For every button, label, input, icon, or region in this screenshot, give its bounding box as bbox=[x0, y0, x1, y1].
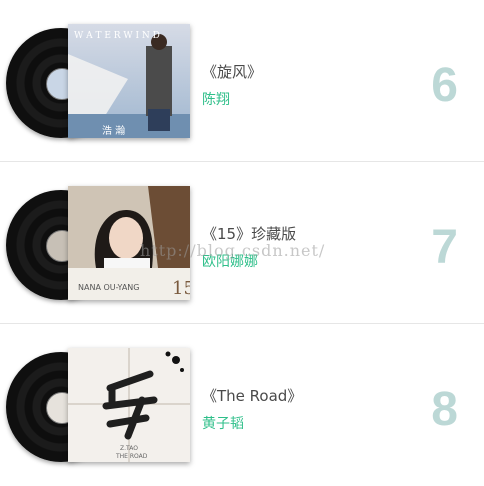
list-item[interactable]: Z.TAO THE ROAD 《The Road》 黄子韬 8 bbox=[0, 324, 484, 486]
cover-text: Z.TAO bbox=[120, 445, 138, 452]
cover-text: 浩 瀚 bbox=[102, 124, 125, 137]
album-cover: W A T E R W I N D 浩 瀚 bbox=[68, 24, 190, 138]
artist-name[interactable]: 黄子韬 bbox=[202, 413, 244, 433]
album-art: Z.TAO THE ROAD bbox=[6, 348, 190, 462]
rank-number: 6 bbox=[431, 59, 458, 112]
list-item[interactable]: W A T E R W I N D 浩 瀚 《旋风》 陈翔 6 bbox=[0, 0, 484, 162]
cover-text: W A T E R W I N D bbox=[74, 31, 160, 41]
cover-text: NANA OU-YANG bbox=[78, 283, 139, 292]
watermark: http://blog.csdn.net/ bbox=[140, 241, 326, 260]
album-art: NANA OU-YANG 15 bbox=[6, 186, 190, 300]
rank-number: 7 bbox=[431, 221, 458, 274]
song-title: 《旋风》 bbox=[202, 63, 263, 81]
album-cover: Z.TAO THE ROAD bbox=[68, 348, 190, 462]
artist-name[interactable]: 陈翔 bbox=[202, 89, 230, 109]
cover-text: 15 bbox=[172, 278, 190, 299]
song-title: 《The Road》 bbox=[202, 387, 303, 405]
album-art: W A T E R W I N D 浩 瀚 bbox=[6, 24, 190, 138]
cover-text: THE ROAD bbox=[115, 453, 148, 460]
rank-number: 8 bbox=[431, 383, 458, 436]
